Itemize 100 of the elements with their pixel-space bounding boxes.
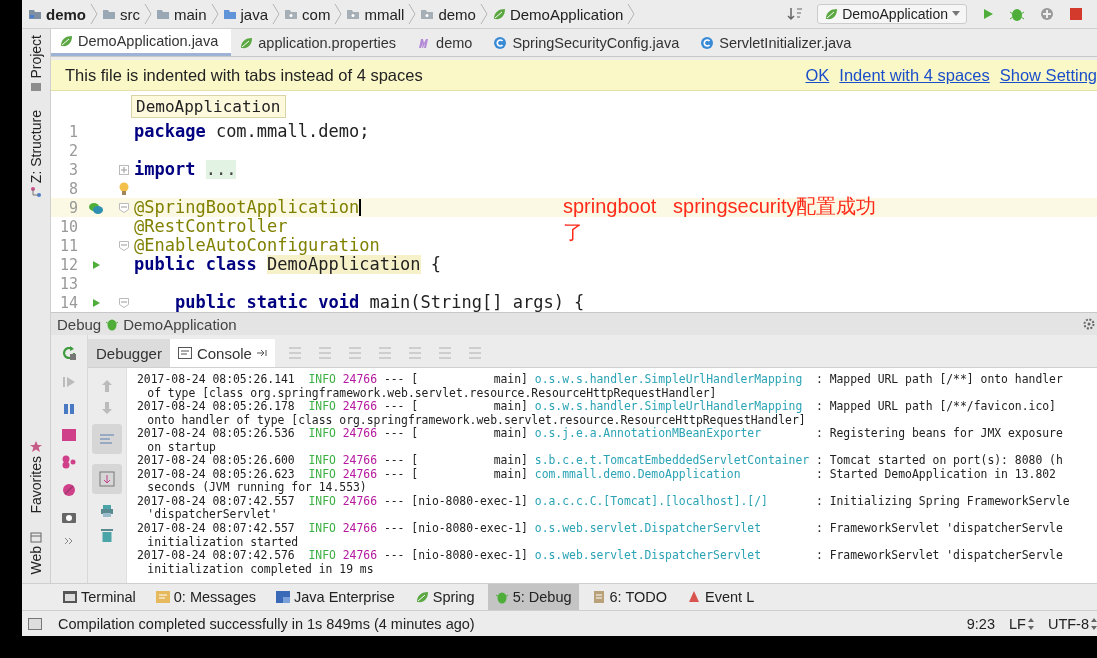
coverage-icon[interactable]: [1039, 6, 1055, 22]
fold-icon[interactable]: [119, 164, 129, 175]
panel-title: Debug: [57, 315, 102, 333]
leaf-icon: [239, 35, 254, 50]
scroll-end-icon[interactable]: [92, 464, 122, 494]
up-arrow-icon[interactable]: [102, 380, 112, 392]
resume-icon[interactable]: [62, 375, 76, 389]
toolbar-icon[interactable]: [316, 346, 333, 360]
pin-icon[interactable]: [256, 349, 267, 357]
editor-tab[interactable]: DemoApplication.java: [51, 29, 232, 56]
toolbar-icon[interactable]: [466, 346, 483, 360]
log-line: seconds (JVM running for 14.553): [146, 481, 367, 495]
breadcrumb-item[interactable]: demo: [28, 5, 86, 23]
terminal-icon: [63, 591, 77, 603]
notification-message: This file is indented with tabs instead of 4 spaces: [65, 65, 423, 85]
code-line: public class DemoApplication {: [134, 255, 442, 274]
code-line: @EnableAutoConfiguration: [134, 236, 380, 255]
code-line: @SpringBootApplication: [134, 198, 362, 217]
annotation-text: springboot springsecurity配置成功了: [563, 194, 878, 245]
log-line: 2017-08-24 08:07:42.557 INFO 24766 --- [nio-8080-exec-1] o.a.c.c.C.[Tomcat].[localhost].[/] : Initializing Spring FrameworkServle: [137, 494, 1070, 508]
breadcrumb-item[interactable]: src: [102, 5, 140, 23]
web-icon: [30, 531, 42, 544]
soft-wrap-icon[interactable]: [92, 424, 122, 454]
caret-position[interactable]: 9:23: [966, 615, 995, 632]
tool-window-button[interactable]: Java Enterprise: [269, 584, 402, 610]
code-line: @RestController: [134, 217, 288, 236]
toolbar-icon[interactable]: [286, 346, 303, 360]
stop-icon[interactable]: [1069, 7, 1083, 21]
folder-icon: [284, 8, 299, 20]
sort-icon[interactable]: [787, 6, 804, 22]
bug-icon: [105, 317, 120, 331]
bug-icon[interactable]: [1009, 6, 1025, 22]
run-icon[interactable]: [981, 7, 995, 21]
folder-icon: [420, 8, 435, 20]
todo-icon: [591, 590, 606, 604]
more-icon[interactable]: [64, 537, 74, 545]
fold-icon[interactable]: [119, 297, 129, 308]
tool-window-tab[interactable]: Project: [28, 35, 44, 79]
breadcrumb-item[interactable]: demo: [420, 5, 476, 23]
debug-tab[interactable]: Console: [169, 339, 275, 367]
trash-icon[interactable]: [101, 528, 113, 542]
tool-window-button[interactable]: 6: TODO: [584, 584, 675, 610]
pause-icon[interactable]: [63, 403, 75, 415]
breadcrumb-item[interactable]: com: [284, 5, 331, 23]
run-icon[interactable]: [91, 297, 101, 308]
toolbar-icon[interactable]: [346, 346, 363, 360]
line-number: 14: [58, 293, 78, 312]
toolbar-icon[interactable]: [376, 346, 393, 360]
status-icon[interactable]: [28, 617, 42, 630]
toolbar-icon[interactable]: [406, 346, 423, 360]
down-arrow-icon[interactable]: [102, 402, 112, 414]
editor-tab[interactable]: ServletInitializer.java: [692, 29, 865, 56]
debug-tab[interactable]: Debugger: [88, 339, 170, 367]
tool-window-button[interactable]: Terminal: [56, 584, 143, 610]
dropdown-icon: [952, 11, 960, 17]
line-separator-selector[interactable]: LF: [1009, 615, 1034, 632]
run-configuration-dropdown[interactable]: DemoApplication: [817, 4, 967, 24]
editor-tab[interactable]: application.properties: [231, 29, 410, 56]
mute-icon[interactable]: [62, 483, 76, 497]
breadcrumb-item[interactable]: DemoApplication: [491, 5, 624, 23]
structure-icon: [30, 185, 42, 198]
run-configuration-name: DemoApplication: [123, 315, 237, 333]
tool-window-button[interactable]: Event L: [680, 584, 762, 610]
editor-tab[interactable]: SpringSecurityConfig.java: [485, 29, 693, 56]
fold-icon[interactable]: [119, 240, 129, 251]
tool-window-tab[interactable]: Z: Structure: [28, 109, 44, 183]
camera-icon[interactable]: [62, 511, 76, 523]
bug-icon: [494, 590, 509, 604]
tool-window-button[interactable]: 0: Messages: [148, 584, 263, 610]
run-icon[interactable]: [91, 259, 101, 270]
print-icon[interactable]: [100, 504, 114, 518]
leaf-icon: [414, 590, 429, 604]
breadcrumb-item[interactable]: main: [156, 5, 207, 23]
fold-icon[interactable]: [119, 202, 129, 213]
rerun-icon[interactable]: [61, 345, 77, 361]
leaf-icon: [491, 7, 506, 21]
encoding-selector[interactable]: UTF-8: [1047, 615, 1097, 632]
breadcrumb-item[interactable]: java: [222, 5, 269, 23]
tool-window-tab[interactable]: Web: [28, 546, 44, 575]
class-icon: [700, 35, 715, 50]
notification-link[interactable]: Indent with 4 spaces: [839, 65, 990, 85]
editor-tab[interactable]: demo: [409, 29, 486, 56]
chevron-icon: [334, 3, 343, 25]
log-line: on startup: [146, 440, 216, 455]
chevron-icon: [90, 3, 98, 25]
notification-link[interactable]: Show Setting: [999, 65, 1097, 85]
tool-window-button[interactable]: Spring: [407, 584, 482, 610]
settings-icon[interactable]: [1083, 318, 1095, 330]
scope-hint: DemoApplication: [131, 95, 286, 118]
bulb-icon[interactable]: [118, 181, 130, 196]
messages-icon: [155, 591, 170, 603]
line-number: 3: [67, 160, 78, 179]
breakpoints-icon[interactable]: [61, 455, 77, 469]
notification-link[interactable]: OK: [805, 65, 830, 85]
tool-window-tab[interactable]: Favorites: [28, 455, 44, 514]
breadcrumb-item[interactable]: mmall: [346, 5, 405, 23]
toolbar-icon[interactable]: [436, 346, 453, 360]
event-log-icon: [687, 590, 702, 604]
bean-icon[interactable]: [88, 200, 104, 215]
tool-window-button[interactable]: 5: Debug: [487, 584, 579, 610]
